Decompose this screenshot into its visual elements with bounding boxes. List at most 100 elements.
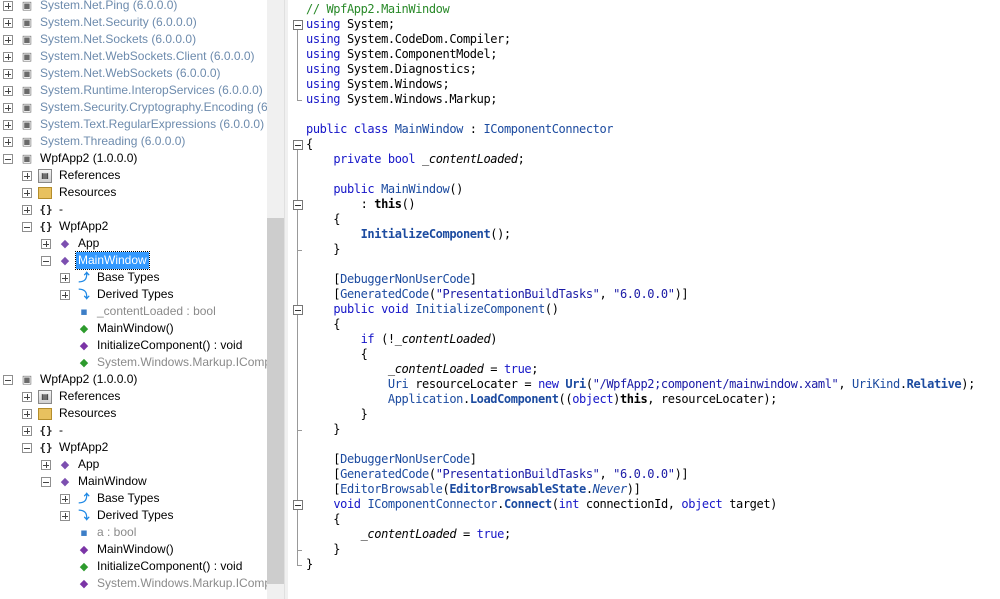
tree-item-label: WpfApp2 (1.0.0.0): [40, 372, 138, 386]
expand-icon[interactable]: [41, 239, 51, 249]
expand-icon[interactable]: [60, 511, 70, 521]
tree-item[interactable]: ▤ References: [0, 167, 267, 184]
tree-item[interactable]: ▣ System.Net.WebSockets.Client (6.0.0.0): [0, 48, 267, 65]
expand-icon[interactable]: [22, 409, 32, 419]
expand-icon[interactable]: [3, 120, 13, 130]
tree-item[interactable]: ◆ System.Windows.Markup.IComponentConnect…: [0, 575, 267, 592]
tree-item-label: Resources: [59, 185, 117, 199]
expand-icon[interactable]: [3, 1, 13, 11]
tree-item[interactable]: ▣ System.Net.WebSockets (6.0.0.0): [0, 65, 267, 82]
code-line: Uri resourceLocater = new Uri("/WpfApp2;…: [387, 377, 975, 391]
fold-end: [297, 430, 302, 431]
tree-item[interactable]: ▣ System.Text.RegularExpressions (6.0.0.0…: [0, 116, 267, 133]
collapse-icon[interactable]: [41, 477, 51, 487]
tree-item-label: Base Types: [97, 491, 160, 505]
expand-icon[interactable]: [60, 290, 70, 300]
expand-icon[interactable]: [41, 460, 51, 470]
assembly-icon: ▣: [21, 84, 33, 97]
tree-item[interactable]: ▣ WpfApp2 (1.0.0.0): [0, 150, 267, 167]
tree-item[interactable]: ▣ System.Security.Cryptography.Encoding (…: [0, 99, 267, 116]
expand-icon[interactable]: [22, 392, 32, 402]
tree-item[interactable]: Resources: [0, 405, 267, 422]
fold-collapse-icon[interactable]: [293, 200, 303, 210]
tree-item[interactable]: ◆ App: [0, 235, 267, 252]
expand-icon[interactable]: [3, 137, 13, 147]
tree-item-label: MainWindow(): [97, 542, 174, 556]
expand-icon[interactable]: [3, 35, 13, 45]
expand-icon[interactable]: [22, 171, 32, 181]
fold-collapse-icon[interactable]: [293, 500, 303, 510]
tree-item[interactable]: {} WpfApp2: [0, 218, 267, 235]
fold-collapse-icon[interactable]: [293, 20, 303, 30]
tree-item[interactable]: ⤵ Derived Types: [0, 286, 267, 303]
tree-item[interactable]: ◆ MainWindow(): [0, 541, 267, 558]
tree-item[interactable]: ▣ System.Threading (6.0.0.0): [0, 133, 267, 150]
tree-item-label: References: [59, 168, 121, 182]
fold-collapse-icon[interactable]: [293, 140, 303, 150]
tree-item[interactable]: ▣ WpfApp2 (1.0.0.0): [0, 371, 267, 388]
tree-item[interactable]: ◆ MainWindow: [0, 473, 267, 490]
tree-item[interactable]: ◆ InitializeComponent() : void: [0, 337, 267, 354]
code-line: public class MainWindow : IComponentConn…: [306, 122, 614, 136]
tree-item-label: App: [78, 236, 100, 250]
tree-item[interactable]: Resources: [0, 184, 267, 201]
tree-item[interactable]: ⤵ Derived Types: [0, 507, 267, 524]
tree-item[interactable]: ▤ References: [0, 388, 267, 405]
tree-item[interactable]: ▣ System.Net.Security (6.0.0.0): [0, 14, 267, 31]
collapse-icon[interactable]: [3, 375, 13, 385]
tree-item[interactable]: ▪ a : bool: [0, 524, 267, 541]
collapse-icon[interactable]: [22, 443, 32, 453]
assembly-icon: ▣: [21, 50, 33, 63]
tree-item-label: a : bool: [97, 525, 137, 539]
tree-item[interactable]: {} -: [0, 422, 267, 439]
class-icon: ◆: [60, 237, 70, 250]
tree-item-label: System.Net.Security (6.0.0.0): [40, 15, 197, 29]
tree-item-label: System.Windows.Markup.IComponentConnecto…: [97, 355, 267, 369]
expand-icon[interactable]: [22, 188, 32, 198]
collapse-icon[interactable]: [22, 222, 32, 232]
tree-item[interactable]: ◆ MainWindow: [0, 251, 267, 270]
assembly-tree[interactable]: ▣ System.Net.Ping (6.0.0.0) ▣ System.Net.Se…: [0, 0, 267, 599]
tree-item-label: System.Net.WebSockets.Client (6.0.0.0): [40, 49, 255, 63]
tree-item-label: MainWindow(): [97, 321, 174, 335]
tree-item[interactable]: ◆ App: [0, 456, 267, 473]
code-line: }: [306, 407, 368, 421]
collapse-icon[interactable]: [3, 154, 13, 164]
decompiled-code-view[interactable]: // WpfApp2.MainWindow using System; using …: [288, 0, 1000, 599]
expand-icon[interactable]: [60, 494, 70, 504]
tree-item[interactable]: ◆ System.Windows.Markup.IComponentConnect…: [0, 354, 267, 371]
tree-item[interactable]: ▣ System.Net.Sockets (6.0.0.0): [0, 31, 267, 48]
namespace-icon: {}: [39, 441, 53, 454]
expand-icon[interactable]: [3, 103, 13, 113]
code-line: [EditorBrowsable(EditorBrowsableState.Ne…: [306, 482, 641, 496]
collapse-icon[interactable]: [41, 256, 51, 266]
tree-item[interactable]: ⤴ Base Types: [0, 490, 267, 507]
tree-item[interactable]: ▪ _contentLoaded : bool: [0, 303, 267, 320]
tree-item[interactable]: {} -: [0, 201, 267, 218]
expand-icon[interactable]: [3, 86, 13, 96]
tree-item[interactable]: {} WpfApp2: [0, 439, 267, 456]
expand-icon[interactable]: [3, 69, 13, 79]
tree-scrollbar-thumb[interactable]: [267, 218, 284, 584]
tree-item-label: MainWindow: [78, 474, 147, 488]
expand-icon[interactable]: [3, 18, 13, 28]
fold-collapse-icon[interactable]: [293, 305, 303, 315]
tree-item[interactable]: ◆ MainWindow(): [0, 320, 267, 337]
tree-item-label: Base Types: [97, 270, 160, 284]
assembly-icon: ▣: [21, 118, 33, 131]
expand-icon[interactable]: [22, 205, 32, 215]
expand-icon[interactable]: [60, 273, 70, 283]
tree-item-label: System.Runtime.InteropServices (6.0.0.0): [40, 83, 263, 97]
code-line: Application.LoadComponent((object)this, …: [387, 392, 777, 406]
code-line: }: [306, 422, 341, 436]
expand-icon[interactable]: [3, 52, 13, 62]
tree-item[interactable]: ◆ InitializeComponent() : void: [0, 558, 267, 575]
code-line: {: [306, 212, 341, 226]
tree-item[interactable]: ▣ System.Runtime.InteropServices (6.0.0.0…: [0, 82, 267, 99]
expand-icon[interactable]: [22, 426, 32, 436]
tree-item-label: InitializeComponent() : void: [97, 338, 243, 352]
namespace-icon: {}: [39, 203, 53, 216]
base-types-icon: ⤴: [78, 492, 90, 505]
tree-item[interactable]: ▣ System.Net.Ping (6.0.0.0): [0, 0, 267, 14]
tree-item[interactable]: ⤴ Base Types: [0, 269, 267, 286]
